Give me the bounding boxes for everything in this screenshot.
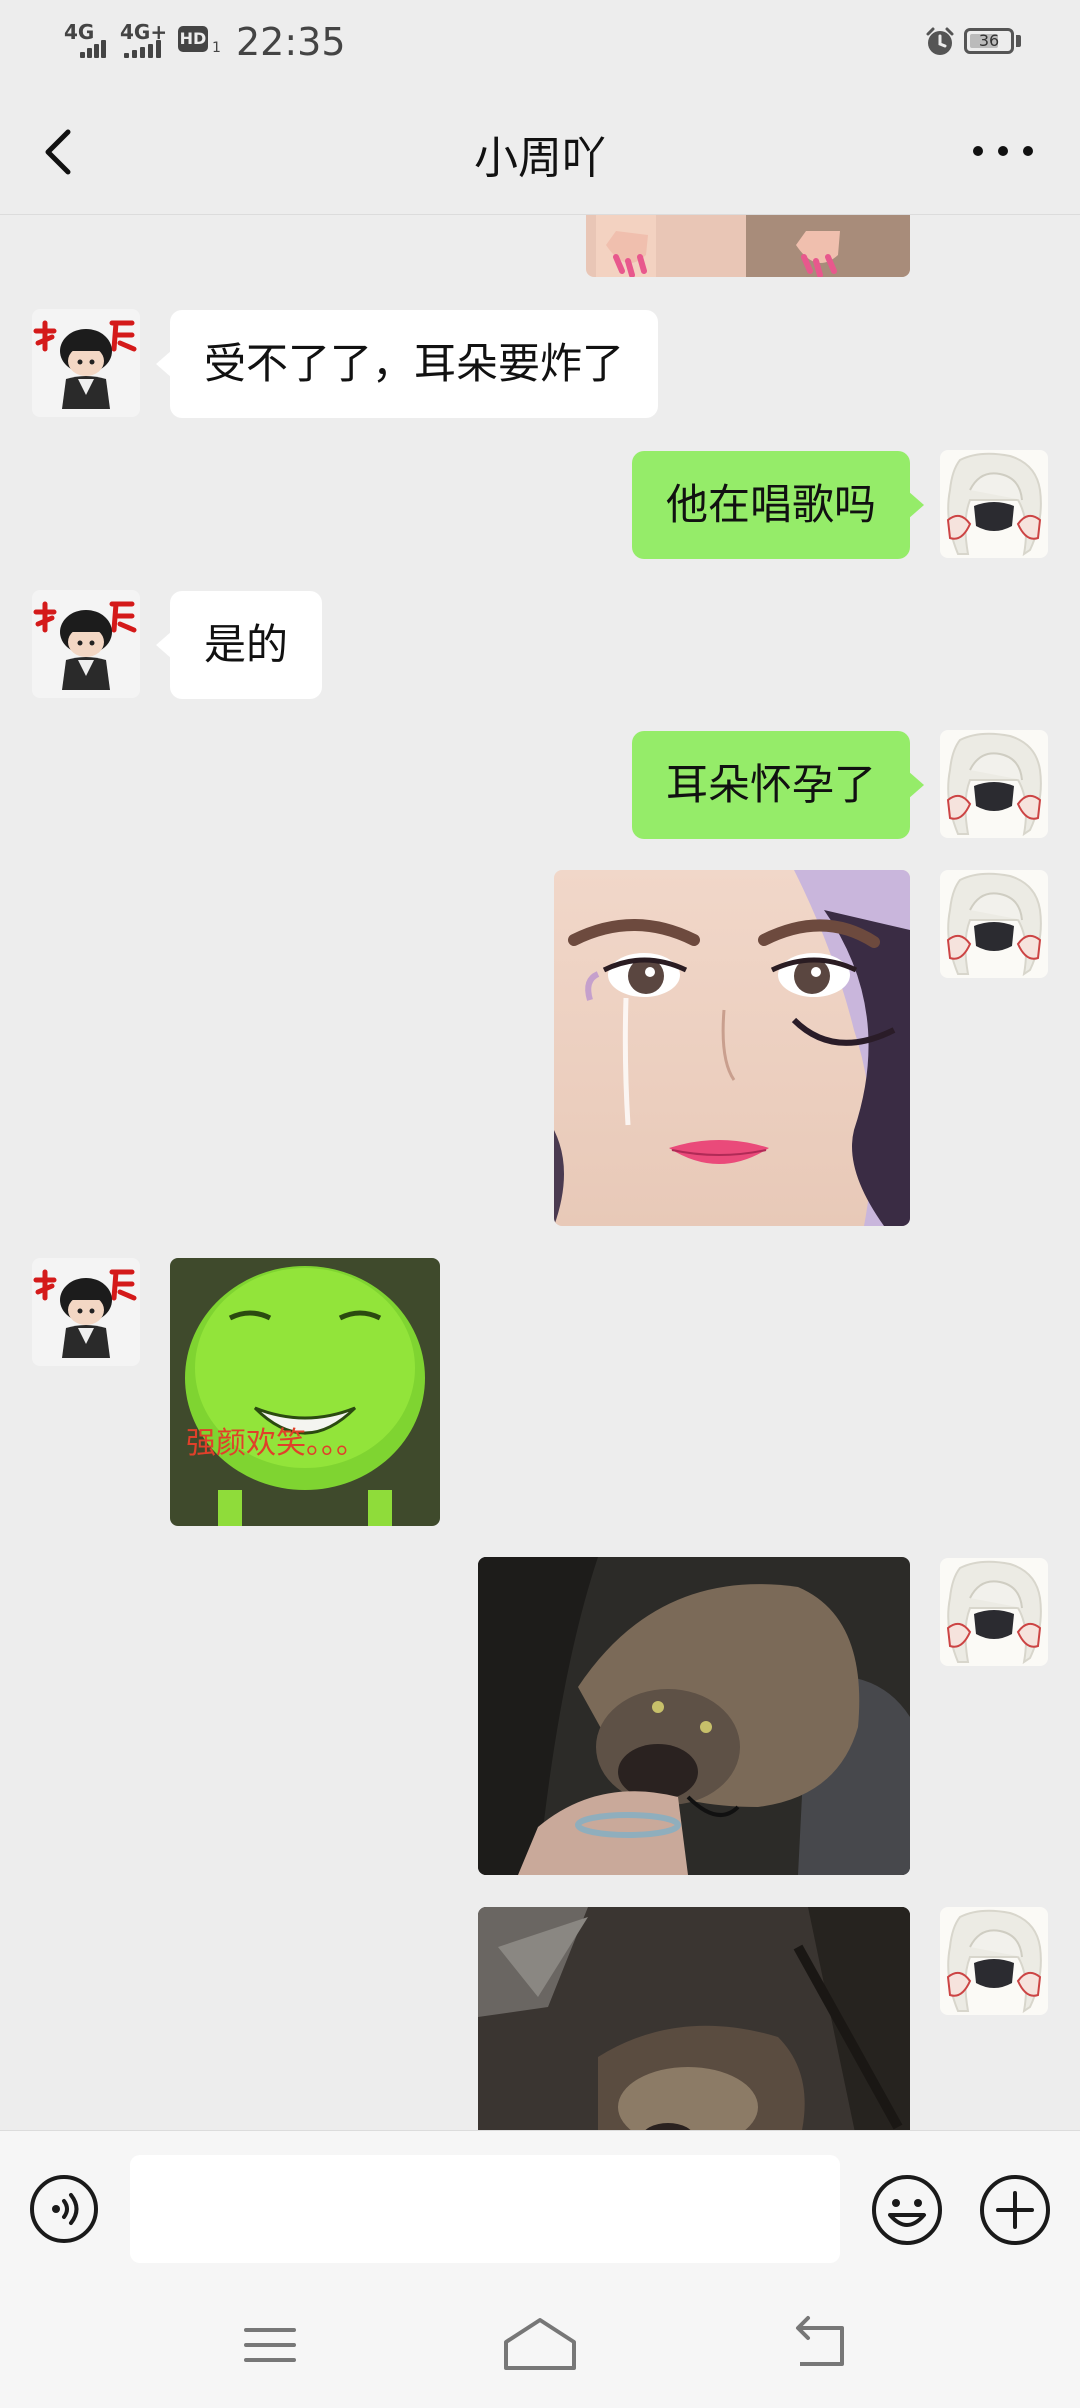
battery-icon: 36 xyxy=(964,28,1014,54)
hd-sim-index: 1 xyxy=(212,40,221,56)
message-bubble[interactable]: 耳朵怀孕了 xyxy=(631,731,925,839)
system-nav-bar xyxy=(0,2280,1080,2408)
home-icon[interactable] xyxy=(500,2312,580,2372)
return-icon[interactable] xyxy=(790,2314,850,2370)
input-bar xyxy=(0,2130,1080,2281)
message-bubble[interactable]: 受不了了，耳朵要炸了 xyxy=(155,310,659,418)
contact-avatar[interactable] xyxy=(32,590,140,698)
signal-icon xyxy=(124,40,169,58)
menu-icon[interactable] xyxy=(240,2320,300,2370)
chat-header: 小周吖 xyxy=(0,86,1080,215)
my-avatar[interactable] xyxy=(940,1907,1048,2015)
message-image-photo[interactable] xyxy=(478,1557,910,1875)
status-time: 22:35 xyxy=(236,20,346,64)
battery-level: 36 xyxy=(978,31,1000,50)
my-avatar[interactable] xyxy=(940,730,1048,838)
signal-icon xyxy=(80,40,110,58)
message-image-sticker[interactable] xyxy=(554,870,910,1226)
battery-tip xyxy=(1016,35,1021,47)
message-image-sticker[interactable] xyxy=(586,215,910,277)
message-list[interactable]: 受不了了，耳朵要炸了 他在唱歌吗 是的 耳朵怀孕了 强颜欢笑。。。 xyxy=(0,215,1080,2130)
message-image-sticker[interactable]: 强颜欢笑。。。 xyxy=(170,1258,440,1526)
hd-badge: HD xyxy=(178,26,208,52)
alarm-icon xyxy=(926,27,954,55)
emoji-icon[interactable] xyxy=(870,2173,944,2247)
back-button[interactable] xyxy=(30,112,90,188)
plus-circle-icon[interactable] xyxy=(978,2173,1052,2247)
chat-title: 小周吖 xyxy=(474,133,606,184)
my-avatar[interactable] xyxy=(940,450,1048,558)
voice-icon[interactable] xyxy=(28,2173,100,2245)
my-avatar[interactable] xyxy=(940,870,1048,978)
sticker-caption: 强颜欢笑。。。 xyxy=(186,1426,366,1461)
status-bar: 4G 4G+ HD 1 22:35 36 xyxy=(0,0,1080,86)
message-image-photo[interactable] xyxy=(478,1907,910,2130)
my-avatar[interactable] xyxy=(940,1558,1048,1666)
more-options-button[interactable] xyxy=(960,116,1046,186)
message-bubble[interactable]: 是的 xyxy=(155,591,323,699)
message-input[interactable] xyxy=(130,2155,840,2263)
message-bubble[interactable]: 他在唱歌吗 xyxy=(631,451,925,559)
contact-avatar[interactable] xyxy=(32,309,140,417)
contact-avatar[interactable] xyxy=(32,1258,140,1366)
